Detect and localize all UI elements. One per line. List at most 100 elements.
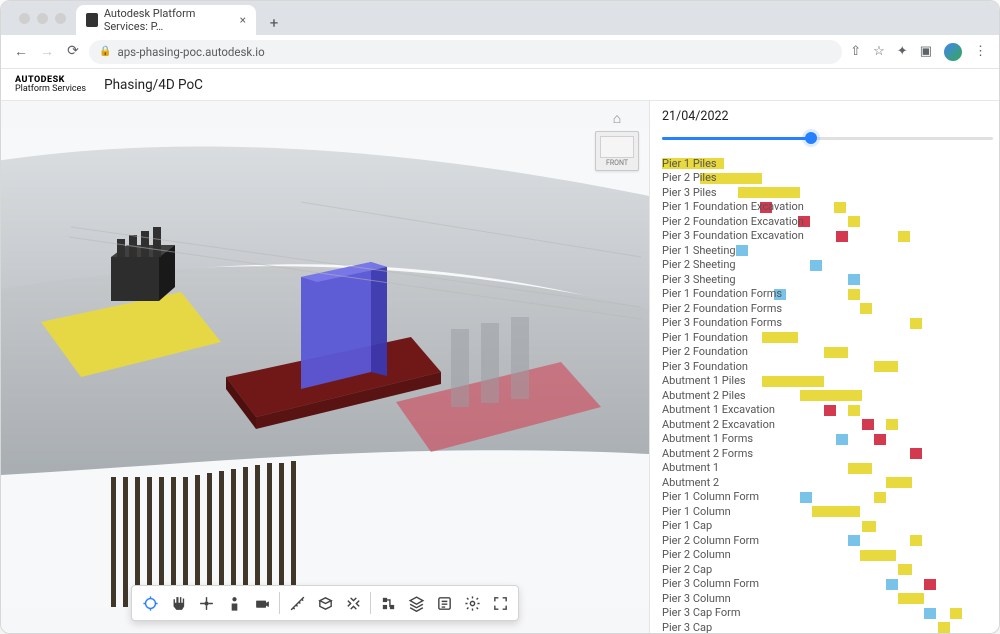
gantt-bar[interactable] — [836, 434, 848, 445]
layers-icon[interactable] — [402, 589, 430, 617]
viewcube[interactable]: FRONT — [595, 131, 639, 171]
gantt-bar[interactable] — [924, 608, 936, 619]
zoom-window-icon[interactable] — [55, 13, 66, 24]
nav-forward-icon[interactable]: → — [39, 43, 55, 60]
gantt-row[interactable]: Pier 3 Cap — [662, 620, 993, 633]
gantt-bar[interactable] — [860, 550, 896, 561]
gantt-bar[interactable] — [848, 535, 860, 546]
pan-tool-icon[interactable] — [164, 589, 192, 617]
timeline-slider[interactable] — [662, 130, 993, 146]
gantt-bar[interactable] — [910, 318, 922, 329]
nav-back-icon[interactable]: ← — [13, 43, 29, 60]
gantt-row[interactable]: Pier 1 Cap — [662, 519, 993, 534]
gantt-bar[interactable] — [950, 608, 962, 619]
window-controls[interactable] — [9, 1, 76, 35]
gantt-row[interactable]: Pier 1 Foundation Forms — [662, 287, 993, 302]
home-view-button[interactable]: ⌂ — [608, 109, 626, 127]
gantt-row[interactable]: Pier 2 Foundation Forms — [662, 301, 993, 316]
share-icon[interactable]: ⇧ — [850, 44, 861, 59]
gantt-row[interactable]: Pier 3 Cap Form — [662, 606, 993, 621]
camera-interactions-icon[interactable] — [248, 589, 276, 617]
gantt-bar[interactable] — [874, 361, 898, 372]
gantt-bar[interactable] — [834, 202, 846, 213]
properties-icon[interactable] — [430, 589, 458, 617]
gantt-row[interactable]: Pier 1 Foundation Excavation — [662, 200, 993, 215]
gantt-bar[interactable] — [824, 347, 848, 358]
gantt-row[interactable]: Pier 1 Piles — [662, 156, 993, 171]
gantt-bar[interactable] — [848, 216, 860, 227]
gantt-bar[interactable] — [848, 274, 860, 285]
gantt-row[interactable]: Abutment 2 Excavation — [662, 417, 993, 432]
nav-reload-icon[interactable]: ⟳ — [65, 43, 81, 60]
gantt-bar[interactable] — [862, 521, 876, 532]
tabs-icon[interactable]: ▣ — [920, 44, 932, 59]
orbit-tool-icon[interactable] — [136, 589, 164, 617]
new-tab-button[interactable]: + — [262, 11, 286, 35]
gantt-row[interactable]: Pier 2 Piles — [662, 171, 993, 186]
gantt-bar[interactable] — [886, 477, 912, 488]
url-field[interactable]: 🔒 aps-phasing-poc.autodesk.io — [89, 40, 842, 64]
gantt-bar[interactable] — [874, 492, 886, 503]
gantt-bar[interactable] — [938, 622, 950, 633]
gantt-row[interactable]: Pier 3 Sheeting — [662, 272, 993, 287]
gantt-bar[interactable] — [848, 405, 860, 416]
gantt-bar[interactable] — [886, 579, 898, 590]
zoom-tool-icon[interactable] — [192, 589, 220, 617]
gantt-bar[interactable] — [924, 579, 936, 590]
viewer-pane[interactable]: ⌂ FRONT — [1, 101, 649, 633]
first-person-tool-icon[interactable] — [220, 589, 248, 617]
gantt-row[interactable]: Pier 2 Foundation Excavation — [662, 214, 993, 229]
profile-avatar[interactable] — [944, 43, 962, 61]
overflow-menu-icon[interactable]: ⋮ — [974, 44, 987, 59]
gantt-bar[interactable] — [886, 419, 898, 430]
gantt-bar[interactable] — [824, 405, 836, 416]
gantt-bar[interactable] — [848, 463, 872, 474]
gantt-row[interactable]: Pier 3 Column Form — [662, 577, 993, 592]
gantt-bar[interactable] — [898, 593, 924, 604]
gantt-bar[interactable] — [860, 303, 872, 314]
gantt-bar[interactable] — [848, 289, 860, 300]
gantt-row[interactable]: Pier 1 Column — [662, 504, 993, 519]
section-tool-icon[interactable] — [311, 589, 339, 617]
close-window-icon[interactable] — [19, 13, 30, 24]
gantt-row[interactable]: Pier 2 Cap — [662, 562, 993, 577]
gantt-row[interactable]: Pier 3 Foundation Forms — [662, 316, 993, 331]
measure-tool-icon[interactable] — [283, 589, 311, 617]
gantt-row[interactable]: Pier 2 Column Form — [662, 533, 993, 548]
gantt-bar[interactable] — [836, 231, 848, 242]
settings-icon[interactable] — [458, 589, 486, 617]
gantt-row[interactable]: Abutment 1 Piles — [662, 374, 993, 389]
gantt-bar[interactable] — [898, 231, 910, 242]
gantt-bar[interactable] — [898, 564, 912, 575]
gantt-row[interactable]: Pier 1 Sheeting — [662, 243, 993, 258]
gantt-bar[interactable] — [810, 260, 822, 271]
gantt-bar[interactable] — [910, 535, 922, 546]
minimize-window-icon[interactable] — [37, 13, 48, 24]
gantt-row[interactable]: Pier 3 Column — [662, 591, 993, 606]
gantt-row[interactable]: Pier 2 Column — [662, 548, 993, 563]
explode-tool-icon[interactable] — [339, 589, 367, 617]
browser-tab[interactable]: Autodesk Platform Services: P… × — [76, 5, 256, 35]
gantt-bar[interactable] — [812, 506, 860, 517]
gantt-bar[interactable] — [874, 434, 886, 445]
gantt-row[interactable]: Abutment 2 Piles — [662, 388, 993, 403]
gantt-bar[interactable] — [862, 419, 874, 430]
extensions-icon[interactable]: ✦ — [897, 44, 908, 59]
bookmark-icon[interactable]: ☆ — [873, 44, 885, 59]
gantt-row[interactable]: Pier 2 Foundation — [662, 345, 993, 360]
gantt-bar[interactable] — [910, 448, 922, 459]
gantt-row[interactable]: Pier 3 Foundation — [662, 359, 993, 374]
gantt-row[interactable]: Pier 1 Column Form — [662, 490, 993, 505]
gantt-row[interactable]: Abutment 2 Forms — [662, 446, 993, 461]
gantt-row[interactable]: Pier 1 Foundation — [662, 330, 993, 345]
gantt-row[interactable]: Abutment 1 — [662, 461, 993, 476]
gantt-row[interactable]: Abutment 1 Forms — [662, 432, 993, 447]
gantt-row[interactable]: Abutment 2 — [662, 475, 993, 490]
gantt-row[interactable]: Pier 3 Foundation Excavation — [662, 229, 993, 244]
tab-close-icon[interactable]: × — [240, 13, 246, 27]
gantt-row[interactable]: Pier 3 Piles — [662, 185, 993, 200]
gantt-row[interactable]: Pier 2 Sheeting — [662, 258, 993, 273]
model-browser-icon[interactable] — [374, 589, 402, 617]
gantt-row[interactable]: Abutment 1 Excavation — [662, 403, 993, 418]
fullscreen-icon[interactable] — [486, 589, 514, 617]
